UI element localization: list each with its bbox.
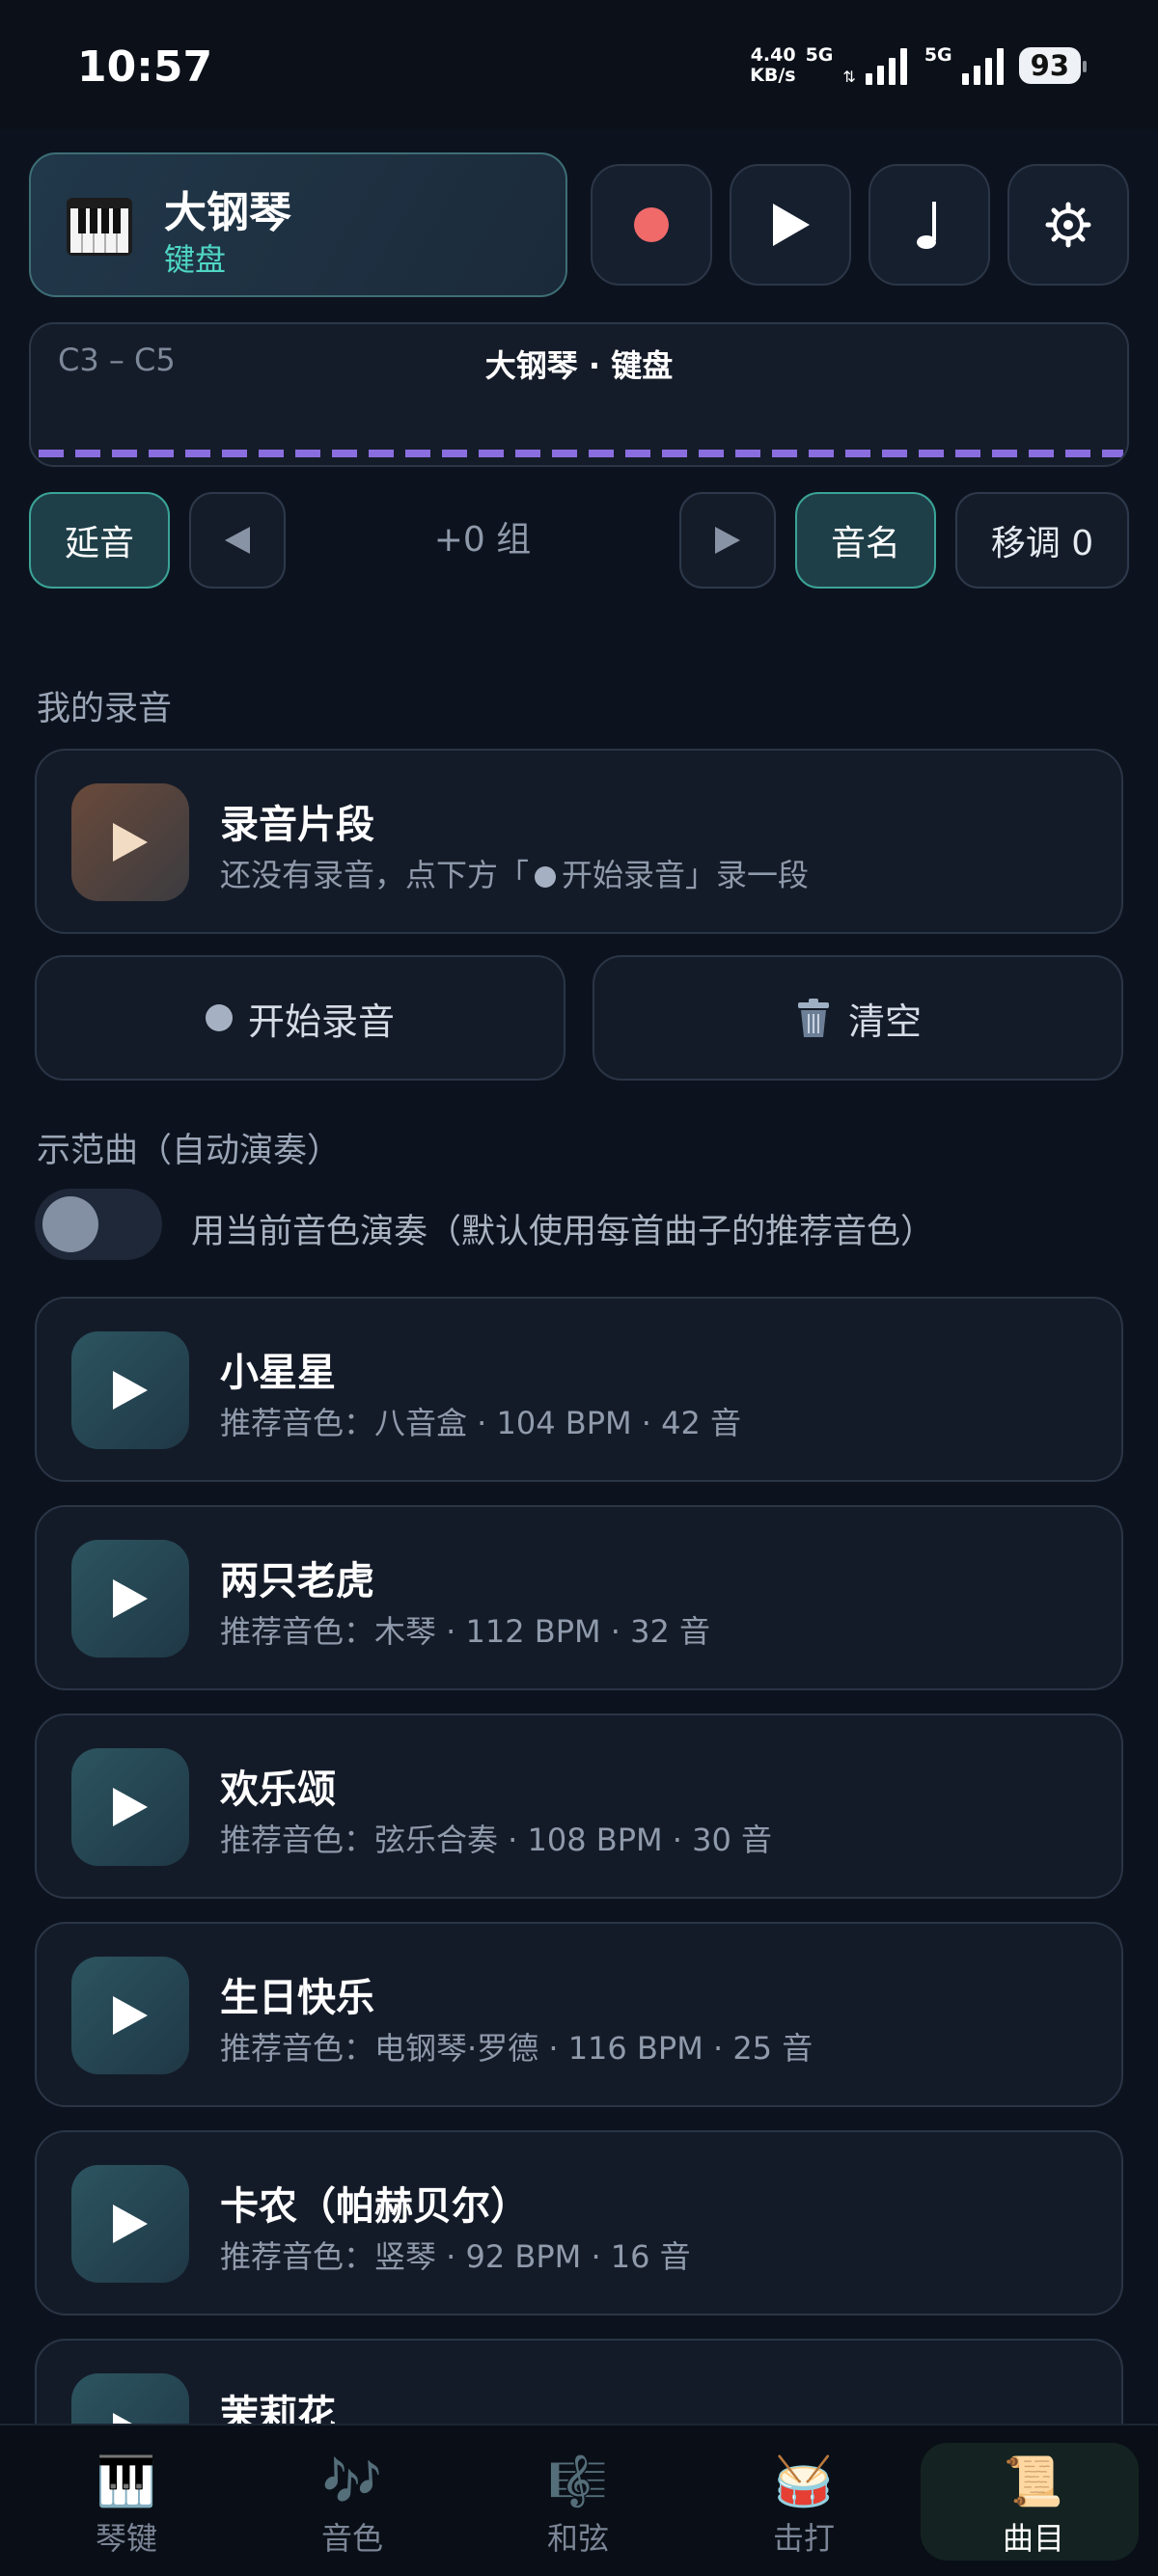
song-card[interactable]: 欢乐颂 推荐音色：弦乐合奏 · 108 BPM · 30 音	[35, 1713, 1123, 1899]
piano-icon: 🎹	[96, 2453, 157, 2509]
song-title: 卡农（帕赫贝尔）	[220, 2184, 529, 2229]
song-details: 推荐音色：木琴 · 112 BPM · 32 音	[220, 1613, 711, 1650]
octave-up-button[interactable]	[679, 492, 776, 589]
note-names-toggle[interactable]: 音名	[795, 492, 936, 589]
drum-icon: 🥁	[773, 2453, 835, 2509]
song-details: 推荐音色：八音盒 · 104 BPM · 42 音	[220, 1405, 742, 1441]
play-icon	[113, 1788, 148, 1826]
clear-recordings-button[interactable]: 清空	[593, 955, 1123, 1081]
signal-icon-2	[961, 46, 1004, 85]
play-icon	[113, 2205, 148, 2243]
record-button[interactable]	[591, 164, 712, 286]
record-icon	[634, 207, 669, 242]
music-notes-icon: 🎶	[321, 2453, 383, 2509]
note-icon	[917, 202, 936, 249]
scroll-icon: 📜	[1003, 2453, 1064, 2509]
status-icons: 4.40 KB/s 5G ⇅ 5G 93	[750, 42, 1088, 89]
nav-label: 击打	[772, 2520, 835, 2557]
metronome-button[interactable]	[868, 164, 990, 286]
song-title: 小星星	[220, 1351, 336, 1395]
nav-label: 琴键	[95, 2520, 157, 2557]
nav-tab-chords[interactable]: 🎼 和弦	[465, 2425, 691, 2576]
keyboard-range-panel[interactable]: C3 – C5 大钢琴 · 键盘	[29, 322, 1129, 467]
recording-play-button[interactable]	[71, 783, 189, 901]
song-title: 生日快乐	[220, 1976, 374, 2020]
song-play-button[interactable]	[71, 1540, 189, 1658]
song-card[interactable]: 小星星 推荐音色：八音盒 · 104 BPM · 42 音	[35, 1297, 1123, 1482]
record-dot-icon	[205, 1004, 233, 1031]
nav-label: 曲目	[1002, 2520, 1064, 2557]
status-time: 10:57	[77, 42, 213, 92]
network-type-2: 5G	[924, 44, 952, 66]
settings-button[interactable]	[1007, 164, 1129, 286]
nav-tab-songs[interactable]: 📜 曲目	[921, 2425, 1146, 2576]
battery-icon: 93	[1018, 47, 1088, 84]
toggle-knob	[42, 1196, 98, 1252]
song-title: 欢乐颂	[220, 1768, 336, 1812]
play-icon	[113, 1996, 148, 2035]
triangle-right-icon	[715, 527, 740, 554]
song-details: 推荐音色：弦乐合奏 · 108 BPM · 30 音	[220, 1822, 773, 1858]
octave-group-value: +0 组	[433, 520, 532, 560]
song-card[interactable]: 生日快乐 推荐音色：电钢琴·罗德 · 116 BPM · 25 音	[35, 1922, 1123, 2107]
record-dot-icon	[535, 866, 557, 888]
play-icon	[113, 823, 148, 862]
song-title: 两只老虎	[220, 1559, 374, 1603]
status-bar: 10:57 4.40 KB/s 5G ⇅ 5G 93	[0, 0, 1158, 129]
recording-clip-title: 录音片段	[220, 803, 374, 847]
recordings-section-title: 我的录音	[37, 690, 173, 728]
song-play-button[interactable]	[71, 1748, 189, 1866]
nav-tab-tones[interactable]: 🎶 音色	[239, 2425, 465, 2576]
instrument-mode: 键盘	[164, 241, 227, 278]
song-details: 推荐音色：竖琴 · 92 BPM · 16 音	[220, 2238, 691, 2275]
nav-tab-drums[interactable]: 🥁 击打	[691, 2425, 917, 2576]
play-icon	[773, 204, 810, 246]
range-indicator	[39, 450, 1123, 457]
use-current-tone-label: 用当前音色演奏（默认使用每首曲子的推荐音色）	[191, 1213, 935, 1251]
song-card[interactable]: 卡农（帕赫贝尔） 推荐音色：竖琴 · 92 BPM · 16 音	[35, 2130, 1123, 2316]
song-play-button[interactable]	[71, 1957, 189, 2074]
piano-icon	[67, 198, 132, 256]
play-icon	[113, 1371, 148, 1410]
use-current-tone-toggle[interactable]	[35, 1189, 162, 1260]
triangle-left-icon	[225, 527, 250, 554]
network-speed: 4.40 KB/s	[750, 44, 796, 86]
nav-label: 音色	[320, 2520, 383, 2557]
bottom-nav: 🎹 琴键 🎶 音色 🎼 和弦 🥁 击打 📜 曲目	[0, 2424, 1158, 2576]
recording-clip-card[interactable]: 录音片段 还没有录音，点下方「 开始录音」录一段	[35, 749, 1123, 934]
nav-tab-keys[interactable]: 🎹 琴键	[14, 2425, 239, 2576]
nav-label: 和弦	[546, 2520, 609, 2557]
settings-icon	[1045, 202, 1091, 248]
play-button[interactable]	[730, 164, 851, 286]
song-play-button[interactable]	[71, 1331, 189, 1449]
song-play-button[interactable]	[71, 2165, 189, 2283]
play-icon	[113, 1579, 148, 1618]
trash-icon	[797, 999, 829, 1037]
song-details: 推荐音色：电钢琴·罗德 · 116 BPM · 25 音	[220, 2030, 813, 2067]
demos-section-title: 示范曲（自动演奏）	[37, 1132, 342, 1170]
octave-down-button[interactable]	[189, 492, 286, 589]
start-recording-button[interactable]: 开始录音	[35, 955, 565, 1081]
sustain-toggle[interactable]: 延音	[29, 492, 170, 589]
transpose-button[interactable]: 移调 0	[955, 492, 1129, 589]
instrument-selector[interactable]: 大钢琴 键盘	[29, 152, 567, 297]
data-arrows-icon: ⇅	[842, 68, 856, 86]
song-card[interactable]: 两只老虎 推荐音色：木琴 · 112 BPM · 32 音	[35, 1505, 1123, 1690]
range-title: 大钢琴 · 键盘	[484, 347, 674, 384]
signal-icon	[865, 46, 907, 85]
instrument-name: 大钢琴	[164, 188, 291, 237]
score-icon: 🎼	[547, 2453, 609, 2509]
recording-clip-hint: 还没有录音，点下方「 开始录音」录一段	[220, 857, 810, 893]
network-type-1: 5G	[805, 44, 834, 66]
